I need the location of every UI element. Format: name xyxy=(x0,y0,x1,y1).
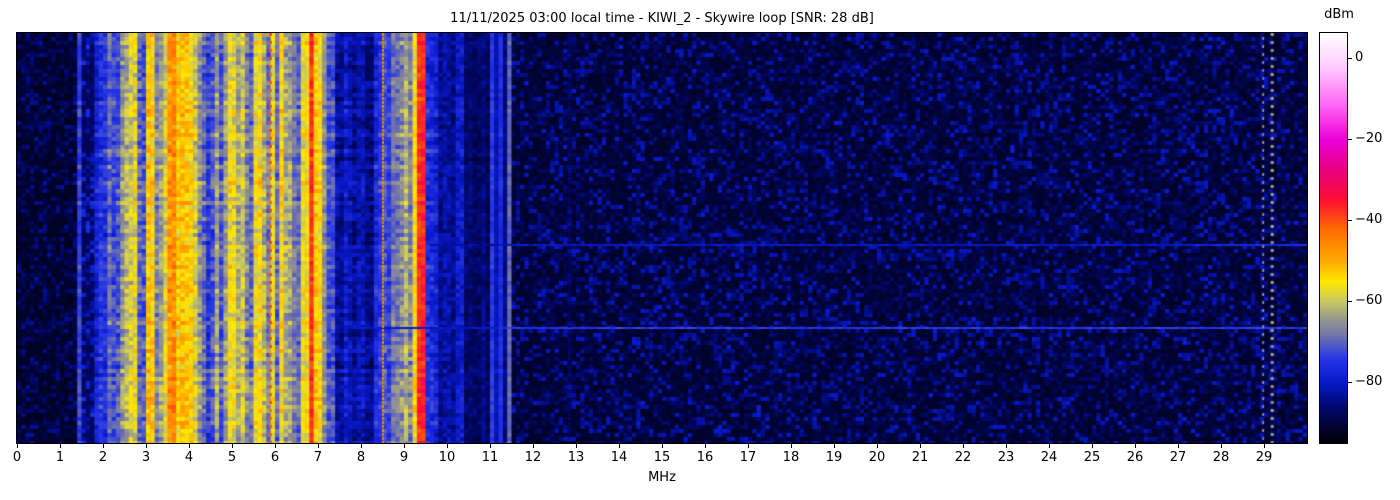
x-tick xyxy=(318,444,319,448)
x-tick xyxy=(748,444,749,448)
colorbar-tick-label: −60 xyxy=(1355,293,1383,308)
x-tick-label: 18 xyxy=(782,450,800,465)
x-tick xyxy=(791,444,792,448)
x-tick-label: 19 xyxy=(825,450,843,465)
colorbar-tick-label: −80 xyxy=(1355,374,1383,389)
x-tick xyxy=(232,444,233,448)
colorbar-tick xyxy=(1348,301,1352,302)
x-tick xyxy=(1135,444,1136,448)
x-tick xyxy=(1092,444,1093,448)
x-tick xyxy=(490,444,491,448)
x-tick-label: 22 xyxy=(954,450,972,465)
colorbar-tick xyxy=(1348,220,1352,221)
x-tick-label: 23 xyxy=(997,450,1015,465)
x-tick-label: 25 xyxy=(1083,450,1101,465)
x-tick xyxy=(576,444,577,448)
x-tick-label: 28 xyxy=(1212,450,1230,465)
x-tick xyxy=(1221,444,1222,448)
colorbar-tick xyxy=(1348,58,1352,59)
spectrogram-canvas xyxy=(17,33,1307,443)
colorbar-tick-label: −40 xyxy=(1355,212,1383,227)
spectrogram-plot xyxy=(16,32,1308,444)
x-tick-label: 2 xyxy=(98,450,108,465)
x-tick xyxy=(189,444,190,448)
x-tick-label: 24 xyxy=(1040,450,1058,465)
colorbar-label: dBm xyxy=(1324,7,1354,22)
x-tick-label: 9 xyxy=(399,450,409,465)
colorbar-tick xyxy=(1348,382,1352,383)
x-tick-label: 11 xyxy=(481,450,499,465)
x-tick-label: 8 xyxy=(356,450,366,465)
x-tick-label: 12 xyxy=(524,450,542,465)
colorbar-tick-label: −20 xyxy=(1355,131,1383,146)
x-axis-label: MHz xyxy=(648,470,676,485)
x-tick-label: 20 xyxy=(868,450,886,465)
x-tick-label: 29 xyxy=(1255,450,1273,465)
x-tick xyxy=(1178,444,1179,448)
x-tick xyxy=(533,444,534,448)
x-tick xyxy=(1006,444,1007,448)
x-tick-label: 26 xyxy=(1126,450,1144,465)
x-tick xyxy=(404,444,405,448)
x-tick-label: 1 xyxy=(55,450,65,465)
x-tick-label: 21 xyxy=(911,450,929,465)
x-tick xyxy=(1049,444,1050,448)
x-tick xyxy=(1264,444,1265,448)
x-tick-label: 4 xyxy=(184,450,194,465)
colorbar xyxy=(1319,32,1348,444)
x-tick xyxy=(834,444,835,448)
x-tick-label: 3 xyxy=(141,450,151,465)
x-tick xyxy=(103,444,104,448)
x-tick-label: 0 xyxy=(12,450,22,465)
x-tick xyxy=(920,444,921,448)
x-tick xyxy=(146,444,147,448)
x-tick xyxy=(447,444,448,448)
x-tick xyxy=(963,444,964,448)
colorbar-canvas xyxy=(1320,33,1347,443)
x-tick xyxy=(705,444,706,448)
x-tick xyxy=(17,444,18,448)
x-tick-label: 7 xyxy=(313,450,323,465)
x-tick-label: 15 xyxy=(653,450,671,465)
x-tick-label: 14 xyxy=(610,450,628,465)
x-tick xyxy=(877,444,878,448)
x-tick xyxy=(275,444,276,448)
x-tick-label: 5 xyxy=(227,450,237,465)
x-tick-label: 27 xyxy=(1169,450,1187,465)
figure: 11/11/2025 03:00 local time - KIWI_2 - S… xyxy=(0,0,1400,500)
chart-title: 11/11/2025 03:00 local time - KIWI_2 - S… xyxy=(450,11,874,26)
x-tick-label: 10 xyxy=(438,450,456,465)
x-tick-label: 16 xyxy=(696,450,714,465)
x-tick-label: 13 xyxy=(567,450,585,465)
x-tick xyxy=(662,444,663,448)
x-tick xyxy=(361,444,362,448)
x-tick xyxy=(60,444,61,448)
x-tick-label: 17 xyxy=(739,450,757,465)
colorbar-tick-label: 0 xyxy=(1355,50,1364,65)
x-tick xyxy=(619,444,620,448)
colorbar-tick xyxy=(1348,139,1352,140)
x-tick-label: 6 xyxy=(270,450,280,465)
